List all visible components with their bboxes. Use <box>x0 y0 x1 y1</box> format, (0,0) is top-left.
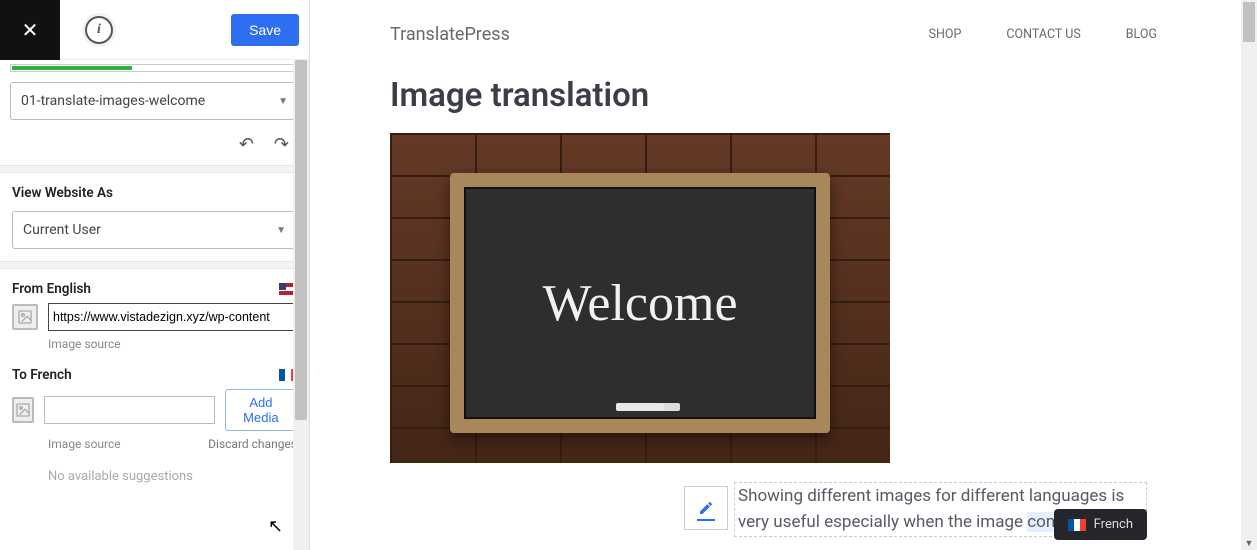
chevron-down-icon: ▼ <box>276 225 286 236</box>
sidebar-toolbar: ✕ i Save <box>0 0 309 60</box>
to-language-block: To French Add Media Image source Discard… <box>0 363 309 496</box>
language-switcher-label: French <box>1094 517 1133 532</box>
nav-link[interactable]: CONTACT US <box>1006 27 1080 42</box>
discard-changes-button[interactable]: Discard changes <box>208 437 297 451</box>
hero-image[interactable]: Welcome <box>390 133 890 463</box>
from-language-block: From English Image source <box>0 269 309 363</box>
image-thumbnail-icon <box>12 397 34 423</box>
flag-fr-icon <box>1068 519 1086 531</box>
source-image-url-input[interactable] <box>48 303 297 331</box>
brand-text: TranslatePress <box>390 24 510 45</box>
view-as-selector[interactable]: Current User ▼ <box>12 211 297 249</box>
prev-string-button[interactable]: ↶ <box>239 134 254 155</box>
site-header: TranslatePress SHOP CONTACT US BLOG <box>390 0 1157 68</box>
info-icon[interactable]: i <box>85 16 113 44</box>
chalk-icon <box>616 403 664 411</box>
nav-link[interactable]: BLOG <box>1126 27 1157 42</box>
edit-pencil-button[interactable] <box>684 486 728 530</box>
language-switcher[interactable]: French <box>1054 509 1147 540</box>
translated-hint: Image source <box>48 437 121 451</box>
chevron-down-icon: ▼ <box>278 96 288 107</box>
to-label: To French <box>12 367 72 383</box>
string-selector-value: 01-translate-images-welcome <box>21 93 205 109</box>
close-button[interactable]: ✕ <box>0 0 60 60</box>
preview-pane: TranslatePress SHOP CONTACT US BLOG Imag… <box>310 0 1257 550</box>
no-suggestions-text: No available suggestions <box>48 469 297 484</box>
translation-progress <box>10 64 299 72</box>
string-navigation: ↶ ↷ <box>0 120 309 165</box>
source-hint: Image source <box>48 337 297 351</box>
scroll-down-icon: ▼ <box>1241 538 1257 549</box>
next-string-button[interactable]: ↷ <box>274 134 289 155</box>
from-label: From English <box>12 281 91 297</box>
save-button[interactable]: Save <box>231 14 299 46</box>
string-selector[interactable]: 01-translate-images-welcome ▼ <box>10 82 299 120</box>
sidebar-scrollbar[interactable] <box>293 60 309 550</box>
site-nav: SHOP CONTACT US BLOG <box>929 27 1157 42</box>
nav-link[interactable]: SHOP <box>929 27 962 42</box>
preview-scrollbar[interactable]: ▲ ▼ <box>1241 0 1257 550</box>
add-media-button[interactable]: Add Media <box>225 389 297 431</box>
view-as-label: View Website As <box>12 185 297 201</box>
hero-text: Welcome <box>542 274 737 333</box>
view-as-block: View Website As Current User ▼ <box>0 173 309 261</box>
page-title: Image translation <box>390 76 1157 115</box>
image-thumbnail-icon <box>12 304 38 330</box>
translated-image-url-input[interactable] <box>44 396 215 424</box>
translation-sidebar: ✕ i Save 01-translate-images-welcome ▼ ↶… <box>0 0 310 550</box>
view-as-value: Current User <box>23 222 101 238</box>
